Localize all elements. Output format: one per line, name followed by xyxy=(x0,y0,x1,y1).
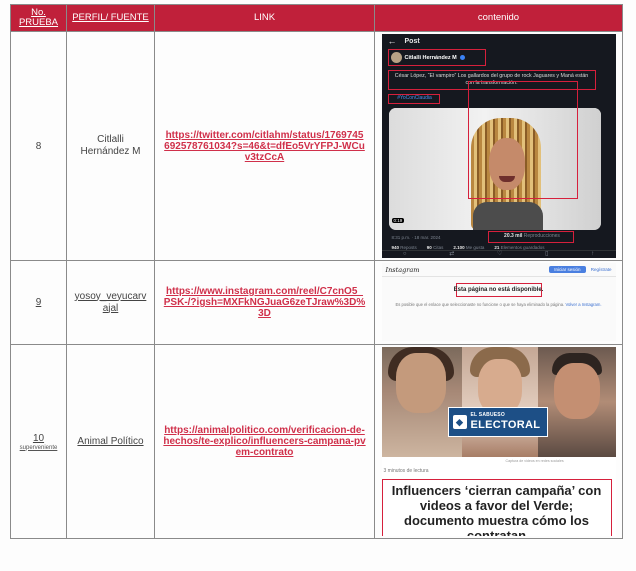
highlight-hashtag: #YoConClaudia xyxy=(387,94,440,104)
article-photo-collage: ◆ EL SABUESO ELECTORAL xyxy=(381,347,616,457)
row-number: 10 superveniente xyxy=(10,344,67,539)
bookmark-icon: ▯ xyxy=(545,251,549,257)
views-label: Reproducciones xyxy=(523,233,560,239)
header-profile: PERFIL/ FUENTE xyxy=(66,4,155,32)
highlight-headline: Influencers ‘cierran campaña’ con videos… xyxy=(381,479,612,536)
highlight-person xyxy=(467,81,578,199)
badge-large-text: ELECTORAL xyxy=(470,419,541,431)
instagram-logo: Instagram xyxy=(385,266,420,274)
video-duration: 0:19 xyxy=(391,218,405,223)
row-number: 8 xyxy=(10,31,67,261)
divider xyxy=(381,276,616,277)
photo-woman-center xyxy=(461,347,538,457)
header-num: No. PRUEBA xyxy=(10,4,67,32)
back-arrow-icon: ← xyxy=(387,35,397,46)
table-row: 9 yosoy_veyucarvajal https://www.instagr… xyxy=(10,260,623,345)
row-link-text[interactable]: https://animalpolitico.com/verificacion-… xyxy=(163,425,366,458)
row-number: 9 xyxy=(10,260,67,345)
row-link[interactable]: https://twitter.com/citlahm/status/17697… xyxy=(154,31,375,261)
highlight-unavailable: Esta página no está disponible. xyxy=(453,283,544,297)
highlight-views: 20.3 mil Reproducciones xyxy=(487,231,574,243)
row-profile: Citlalli Hernández M xyxy=(66,31,155,261)
photo-caption: Captura de videos en redes sociales xyxy=(505,459,564,463)
twitter-topbar: ← Post xyxy=(382,34,616,48)
twitter-post-meta: 8:31 p.m. · 18 mar. 2024 xyxy=(391,235,441,240)
unavailable-subtext: Es posible que el enlace que seleccionas… xyxy=(395,302,602,307)
repost-icon: ⇄ xyxy=(449,251,455,257)
badge-small-text: EL SABUESO xyxy=(470,412,505,418)
verified-badge-icon xyxy=(459,55,465,60)
row-link[interactable]: https://animalpolitico.com/verificacion-… xyxy=(154,344,375,539)
article-headline: Influencers ‘cierran campaña’ con videos… xyxy=(391,483,602,536)
row-content: Instagram Iniciar sesión Regístrate Esta… xyxy=(374,260,623,345)
article-screenshot: ◆ EL SABUESO ELECTORAL Captura de videos… xyxy=(381,347,616,536)
sabueso-logo-icon: ◆ xyxy=(452,415,467,429)
person-shirt xyxy=(472,202,543,230)
back-to-instagram-link[interactable]: Volver a Instagram. xyxy=(565,302,601,307)
evidence-table: No. PRUEBA PERFIL/ FUENTE LINK contenido… xyxy=(10,4,623,539)
photo-woman-left xyxy=(381,347,462,457)
twitter-action-bar: ○ ⇄ ♡ ▯ ↑ xyxy=(381,250,616,258)
sabueso-electoral-badge: ◆ EL SABUESO ELECTORAL xyxy=(447,407,548,437)
table-row: 8 Citlalli Hernández M https://twitter.c… xyxy=(10,31,623,261)
signup-link[interactable]: Regístrate xyxy=(591,267,612,272)
share-icon: ↑ xyxy=(591,251,595,257)
row-content: ◆ EL SABUESO ELECTORAL Captura de videos… xyxy=(374,344,623,539)
row-link-text[interactable]: https://twitter.com/citlahm/status/17697… xyxy=(163,130,366,163)
views-count: 20.3 mil xyxy=(504,233,523,239)
header-content: contenido xyxy=(374,4,623,32)
photo-man-right xyxy=(537,347,616,457)
row-profile: Animal Político xyxy=(66,344,155,539)
row-link-text[interactable]: https://www.instagram.com/reel/C7cnO5_PS… xyxy=(163,286,366,319)
twitter-username: Citlalli Hernández M xyxy=(404,54,457,61)
table-row: 10 superveniente Animal Político https:/… xyxy=(10,344,623,539)
login-button[interactable]: Iniciar sesión xyxy=(549,266,586,273)
highlight-user: Citlalli Hernández M xyxy=(387,49,486,66)
table-header-row: No. PRUEBA PERFIL/ FUENTE LINK contenido xyxy=(10,4,623,32)
twitter-post-title: Post xyxy=(404,37,420,45)
reply-icon: ○ xyxy=(402,251,407,257)
row-link[interactable]: https://www.instagram.com/reel/C7cnO5_PS… xyxy=(154,260,375,345)
document-page: No. PRUEBA PERFIL/ FUENTE LINK contenido… xyxy=(0,0,636,571)
unavailable-message: Esta página no está disponible. xyxy=(453,287,544,293)
header-link: LINK xyxy=(154,4,375,32)
row-content: ← Post Citlalli Hernández M César López,… xyxy=(374,31,623,261)
twitter-screenshot: ← Post Citlalli Hernández M César López,… xyxy=(381,34,616,258)
twitter-hashtag: #YoConClaudia xyxy=(397,95,432,101)
instagram-screenshot: Instagram Iniciar sesión Regístrate Esta… xyxy=(381,263,616,341)
row-number-note: superveniente xyxy=(19,444,58,451)
avatar xyxy=(390,52,402,63)
read-time: 3 minutos de lectura xyxy=(383,468,429,474)
like-icon: ♡ xyxy=(496,251,503,257)
row-profile: yosoy_veyucarvajal xyxy=(66,260,155,345)
